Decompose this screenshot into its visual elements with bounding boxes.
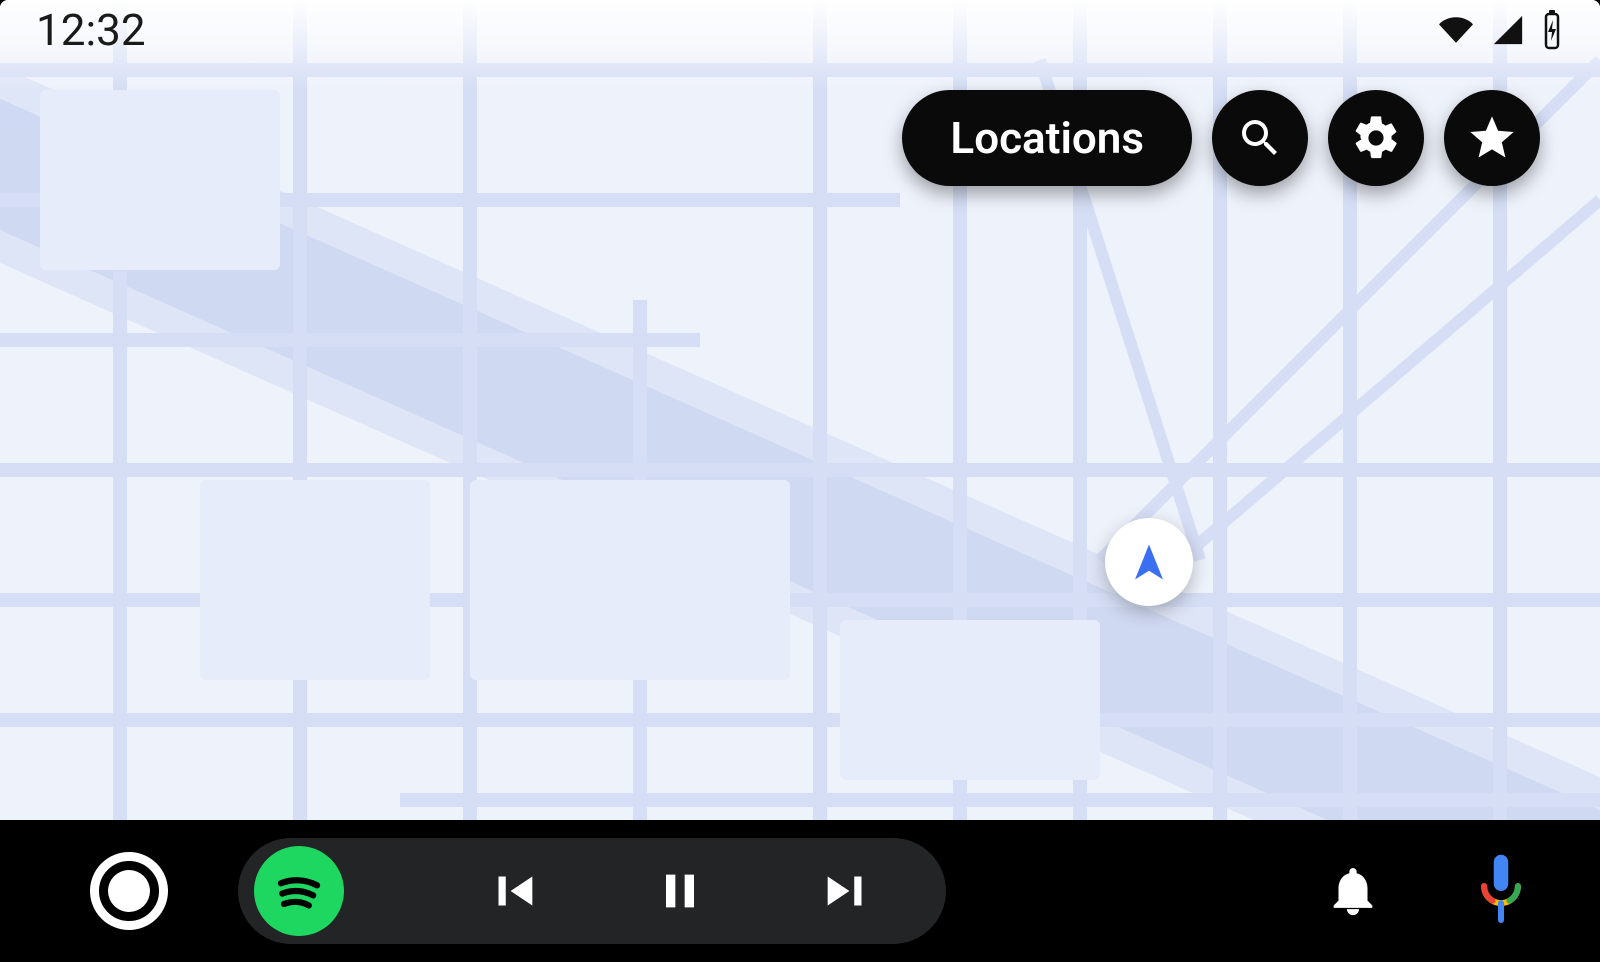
settings-button[interactable] (1328, 90, 1424, 186)
current-location-marker[interactable] (1105, 518, 1193, 606)
skip-previous-icon (484, 862, 542, 920)
bottom-nav-bar (0, 820, 1600, 962)
bell-icon (1324, 862, 1382, 920)
spotify-icon (268, 860, 330, 922)
skip-next-button[interactable] (818, 862, 876, 920)
media-app-button[interactable] (254, 846, 344, 936)
launcher-button[interactable] (90, 852, 168, 930)
assistant-mic-button[interactable] (1472, 852, 1530, 930)
screen: Locations 12:32 (0, 0, 1600, 962)
gear-icon (1350, 112, 1402, 164)
navigation-arrow-icon (1128, 541, 1170, 583)
map-action-cluster: Locations (902, 90, 1540, 186)
skip-next-icon (818, 862, 876, 920)
favorites-button[interactable] (1444, 90, 1540, 186)
locations-button[interactable]: Locations (902, 90, 1192, 186)
search-button[interactable] (1212, 90, 1308, 186)
map-top-fade (0, 0, 1600, 90)
search-icon (1236, 114, 1284, 162)
play-pause-button[interactable] (652, 863, 708, 919)
notifications-button[interactable] (1324, 862, 1382, 920)
google-mic-icon (1472, 852, 1530, 930)
star-icon (1466, 112, 1518, 164)
map-canvas[interactable]: Locations (0, 0, 1600, 820)
locations-button-label: Locations (950, 112, 1144, 164)
pause-icon (652, 863, 708, 919)
skip-previous-button[interactable] (484, 862, 542, 920)
launcher-dot-icon (108, 870, 150, 912)
media-control-pill (238, 838, 946, 944)
